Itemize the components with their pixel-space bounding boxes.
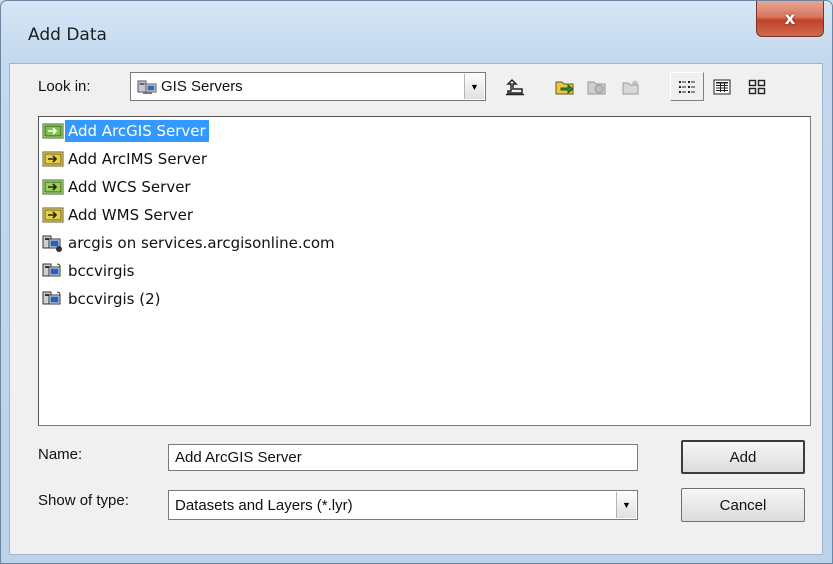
thumbnails-view-button[interactable]	[741, 72, 773, 101]
list-item-add-arcgis-server[interactable]: Add ArcGIS Server	[41, 119, 209, 143]
close-icon: x	[784, 8, 796, 29]
add-data-dialog: Add Data x Look in: GIS Servers ▼ Add Ar…	[0, 0, 833, 564]
look-in-value: GIS Servers	[161, 78, 243, 95]
look-in-dropdown-button[interactable]: ▼	[464, 74, 484, 99]
list-item-label: Add WCS Server	[68, 178, 191, 196]
details-view-button[interactable]	[706, 72, 738, 101]
connect-folder-icon	[555, 81, 574, 94]
list-view-button[interactable]	[670, 72, 704, 101]
catalog-list[interactable]: Add ArcGIS Server Add ArcIMS Server Add …	[38, 116, 811, 426]
list-item-label: Add WMS Server	[68, 206, 194, 224]
server-connection-icon	[41, 232, 65, 254]
up-one-level-button[interactable]	[499, 72, 530, 101]
gis-servers-icon	[137, 79, 157, 100]
show-of-type-dropdown[interactable]: Datasets and Layers (*.lyr) ▼	[168, 490, 638, 520]
window-title: Add Data	[28, 25, 107, 45]
look-in-label: Look in:	[38, 78, 91, 95]
title-bar[interactable]: Add Data x	[1, 1, 832, 63]
list-item-add-arcims-server[interactable]: Add ArcIMS Server	[41, 147, 210, 171]
list-item-bccvirgis-2[interactable]: bccvirgis (2)	[41, 287, 163, 311]
chevron-down-icon: ▼	[470, 81, 479, 92]
add-arcims-server-icon	[41, 148, 65, 170]
list-item-label: arcgis on services.arcgisonline.com	[68, 234, 335, 252]
list-item-arcgis-online[interactable]: arcgis on services.arcgisonline.com	[41, 231, 338, 255]
thumbnails-view-icon	[748, 79, 766, 94]
name-field[interactable]	[168, 444, 638, 471]
disconnect-folder-button[interactable]	[582, 72, 612, 101]
up-folder-icon	[505, 78, 524, 95]
chevron-down-icon: ▼	[622, 500, 631, 510]
close-button[interactable]: x	[756, 1, 824, 37]
show-of-type-label: Show of type:	[38, 492, 129, 509]
connect-to-folder-button[interactable]	[550, 72, 580, 101]
server-connection-icon	[41, 288, 65, 310]
new-folder-icon	[622, 78, 639, 94]
new-folder-button[interactable]	[616, 72, 646, 101]
add-arcgis-server-icon	[41, 120, 65, 142]
show-of-type-value: Datasets and Layers (*.lyr)	[175, 497, 353, 514]
add-button[interactable]: Add	[681, 440, 805, 474]
details-view-icon	[713, 79, 731, 94]
name-label: Name:	[38, 446, 83, 463]
list-item-label: bccvirgis (2)	[68, 290, 161, 308]
look-in-dropdown[interactable]: GIS Servers ▼	[130, 72, 486, 101]
cancel-button[interactable]: Cancel	[681, 488, 805, 522]
dialog-body: Look in: GIS Servers ▼ Add ArcGIS Server…	[9, 63, 823, 555]
add-wcs-server-icon	[41, 176, 65, 198]
list-view-icon	[679, 80, 695, 93]
add-wms-server-icon	[41, 204, 65, 226]
list-item-add-wms-server[interactable]: Add WMS Server	[41, 203, 196, 227]
list-item-label: bccvirgis	[68, 262, 135, 280]
list-item-bccvirgis[interactable]: bccvirgis	[41, 259, 137, 283]
show-of-type-dropdown-button[interactable]: ▼	[616, 492, 636, 518]
list-item-label: Add ArcGIS Server	[65, 120, 209, 142]
list-item-add-wcs-server[interactable]: Add WCS Server	[41, 175, 194, 199]
server-connection-icon	[41, 260, 65, 282]
list-item-label: Add ArcIMS Server	[68, 150, 207, 168]
disconnect-folder-icon	[587, 81, 606, 94]
